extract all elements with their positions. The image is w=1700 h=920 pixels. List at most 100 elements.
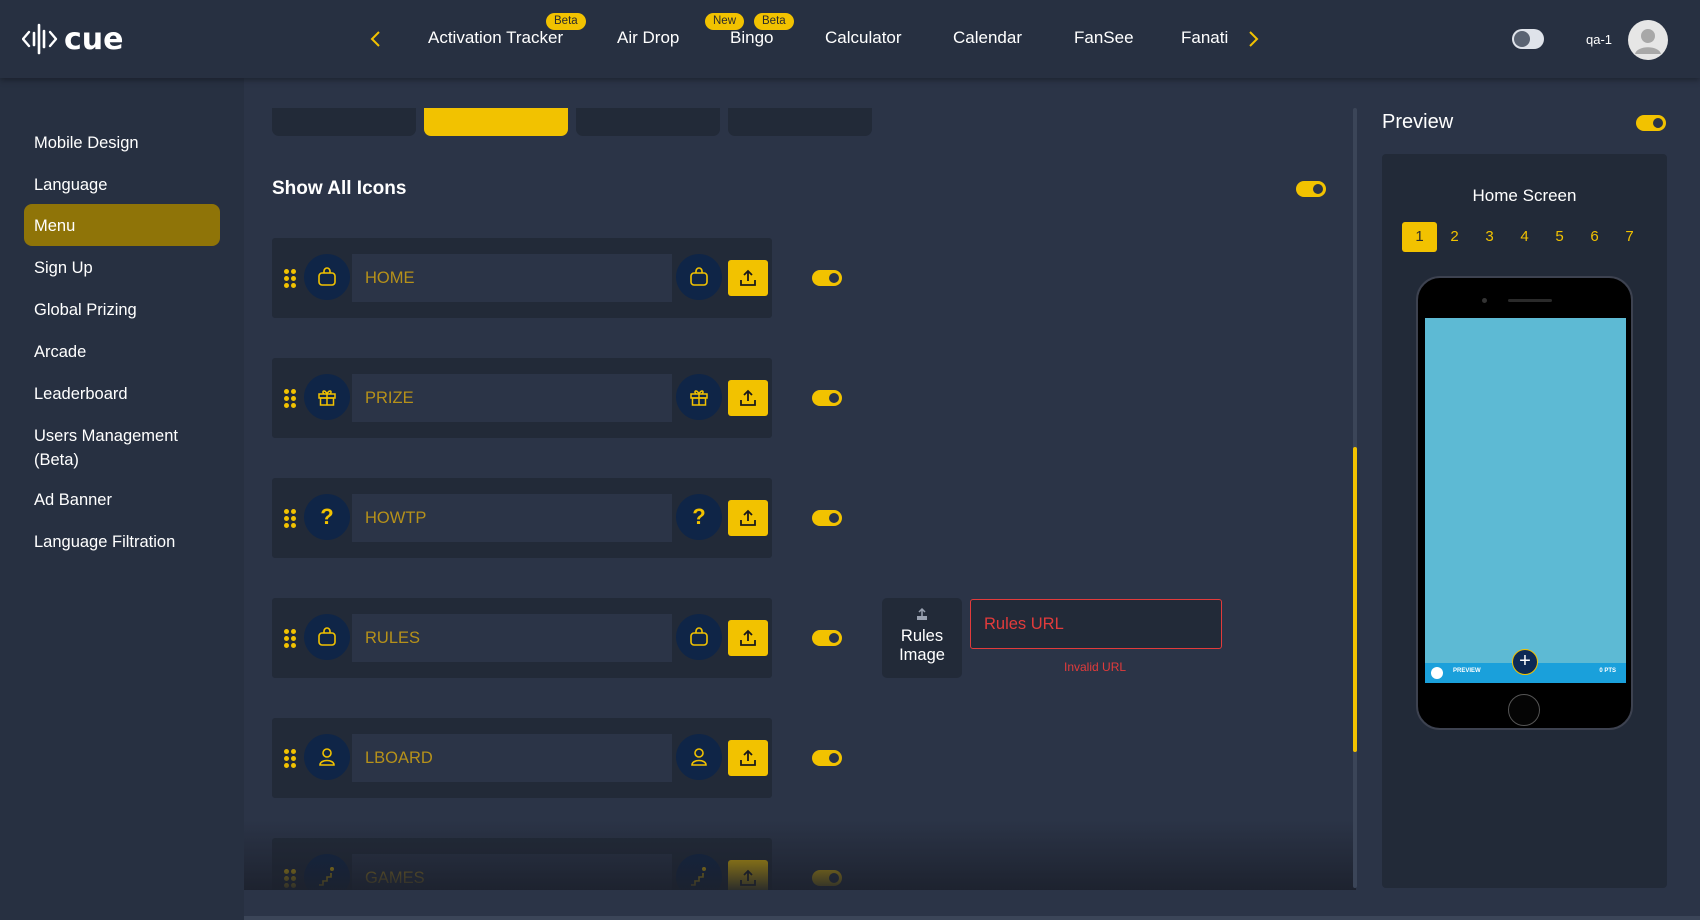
- menu-label-input[interactable]: RULES: [352, 614, 672, 662]
- menu-editor: Show All Icons HOME PRIZE ? HOWTP ? RULE…: [244, 78, 1356, 890]
- menu-label-input[interactable]: HOME: [352, 254, 672, 302]
- upload-icon: [740, 749, 756, 766]
- sidebar-item-language[interactable]: Language: [24, 163, 220, 207]
- theme-toggle[interactable]: [1512, 29, 1544, 49]
- phone-camera: [1482, 298, 1487, 303]
- sidebar: Mobile Design Language Menu Sign Up Glob…: [0, 78, 244, 920]
- tab-activation-tracker[interactable]: Activation Tracker: [428, 28, 563, 48]
- menu-row-toggle[interactable]: [812, 870, 842, 886]
- sidebar-item-arcade[interactable]: Arcade: [24, 330, 220, 374]
- upload-icon-button[interactable]: [728, 860, 768, 890]
- sidebar-item-menu[interactable]: Menu: [24, 204, 220, 246]
- show-all-icons-label: Show All Icons: [272, 178, 407, 199]
- upload-icon: [740, 509, 756, 526]
- tab-calculator[interactable]: Calculator: [825, 28, 902, 48]
- sidebar-item-sign-up[interactable]: Sign Up: [24, 246, 220, 290]
- moon-icon: [1514, 31, 1530, 47]
- tab-calendar[interactable]: Calendar: [953, 28, 1022, 48]
- phone-speaker: [1508, 299, 1552, 302]
- bottom-divider: [244, 916, 1700, 920]
- menu-label-input[interactable]: LBOARD: [352, 734, 672, 782]
- section-tab[interactable]: [728, 108, 872, 136]
- climb-icon: [304, 854, 350, 890]
- user-avatar-icon: [1635, 29, 1661, 54]
- bag-icon: [304, 614, 350, 660]
- beta-badge: Beta: [754, 13, 794, 30]
- preview-page-1[interactable]: 1: [1402, 222, 1437, 252]
- nav-next-button[interactable]: [1241, 26, 1265, 52]
- menu-label-input[interactable]: HOWTP: [352, 494, 672, 542]
- menu-row-home: HOME: [272, 238, 772, 318]
- sidebar-item-language-filtration[interactable]: Language Filtration: [24, 520, 220, 564]
- drag-handle-icon[interactable]: [284, 389, 298, 409]
- question-icon: ?: [304, 494, 350, 540]
- question-icon: ?: [676, 494, 722, 540]
- upload-icon-button[interactable]: [728, 620, 768, 656]
- preview-toggle[interactable]: [1636, 115, 1666, 131]
- upload-icon-button[interactable]: [728, 740, 768, 776]
- menu-row-howtp: ? HOWTP ?: [272, 478, 772, 558]
- tab-bingo[interactable]: Bingo: [730, 28, 773, 48]
- menu-row-toggle[interactable]: [812, 630, 842, 646]
- tab-fansee[interactable]: FanSee: [1074, 28, 1134, 48]
- sidebar-item-users-management[interactable]: Users Management (Beta): [24, 414, 204, 482]
- phone-avatar-dot: [1431, 667, 1443, 679]
- tab-fanati[interactable]: Fanati: [1181, 28, 1228, 48]
- upload-icon-button[interactable]: [728, 260, 768, 296]
- preview-page-4[interactable]: 4: [1507, 222, 1542, 252]
- upload-icon-button[interactable]: [728, 380, 768, 416]
- menu-row-toggle[interactable]: [812, 750, 842, 766]
- menu-label-input[interactable]: PRIZE: [352, 374, 672, 422]
- rules-url-error: Invalid URL: [1064, 660, 1127, 674]
- menu-row-rules: RULES: [272, 598, 772, 678]
- avatar[interactable]: [1628, 20, 1668, 60]
- menu-label-input[interactable]: GAMES: [352, 854, 672, 890]
- preview-page-5[interactable]: 5: [1542, 222, 1577, 252]
- sidebar-item-global-prizing[interactable]: Global Prizing: [24, 288, 220, 332]
- user-name: qa-1: [1586, 32, 1613, 47]
- user-icon: [304, 734, 350, 780]
- preview-title: Preview: [1382, 111, 1454, 133]
- sidebar-item-leaderboard[interactable]: Leaderboard: [24, 372, 220, 416]
- menu-row-games: GAMES: [272, 838, 772, 890]
- section-tab[interactable]: [272, 108, 416, 136]
- section-tab[interactable]: [576, 108, 720, 136]
- preview-page-6[interactable]: 6: [1577, 222, 1612, 252]
- drag-handle-icon[interactable]: [284, 509, 298, 529]
- menu-row-toggle[interactable]: [812, 390, 842, 406]
- bag-icon: [676, 254, 722, 300]
- bag-icon: [304, 254, 350, 300]
- preview-panel: Home Screen 1 2 3 4 5 6 7 PREVIEW 0 PTS …: [1382, 154, 1667, 888]
- tab-air-drop[interactable]: Air Drop: [617, 28, 679, 48]
- drag-handle-icon[interactable]: [284, 629, 298, 649]
- upload-icon: [917, 607, 927, 620]
- drag-handle-icon[interactable]: [284, 269, 298, 289]
- phone-mockup: PREVIEW 0 PTS +: [1416, 276, 1633, 730]
- top-bar: cue Activation Tracker Beta Air Drop Bin…: [0, 0, 1700, 78]
- upload-icon-button[interactable]: [728, 500, 768, 536]
- rules-url-input[interactable]: Rules URL: [970, 599, 1222, 649]
- user-icon: [676, 734, 722, 780]
- preview-page-7[interactable]: 7: [1612, 222, 1647, 252]
- upload-icon: [740, 389, 756, 406]
- nav-prev-button[interactable]: [364, 26, 388, 52]
- preview-screen-label: Home Screen: [1472, 186, 1577, 205]
- show-all-icons-toggle[interactable]: [1296, 181, 1326, 197]
- preview-page-3[interactable]: 3: [1472, 222, 1507, 252]
- preview-page-2[interactable]: 2: [1437, 222, 1472, 252]
- phone-screen: PREVIEW 0 PTS +: [1425, 318, 1626, 683]
- sidebar-item-mobile-design[interactable]: Mobile Design: [24, 121, 220, 165]
- rules-image-upload[interactable]: Rules Image: [882, 598, 962, 678]
- drag-handle-icon[interactable]: [284, 869, 298, 889]
- chevron-right-icon: [1249, 31, 1259, 47]
- menu-row-toggle[interactable]: [812, 270, 842, 286]
- scrollbar-thumb[interactable]: [1353, 447, 1357, 752]
- phone-bar-right-text: 0 PTS: [1599, 668, 1616, 674]
- sidebar-item-ad-banner[interactable]: Ad Banner: [24, 478, 220, 522]
- gift-icon: [676, 374, 722, 420]
- app-logo[interactable]: cue: [22, 20, 124, 58]
- logo-mark-icon: [22, 23, 58, 55]
- menu-row-toggle[interactable]: [812, 510, 842, 526]
- section-tab-active[interactable]: [424, 108, 568, 136]
- drag-handle-icon[interactable]: [284, 749, 298, 769]
